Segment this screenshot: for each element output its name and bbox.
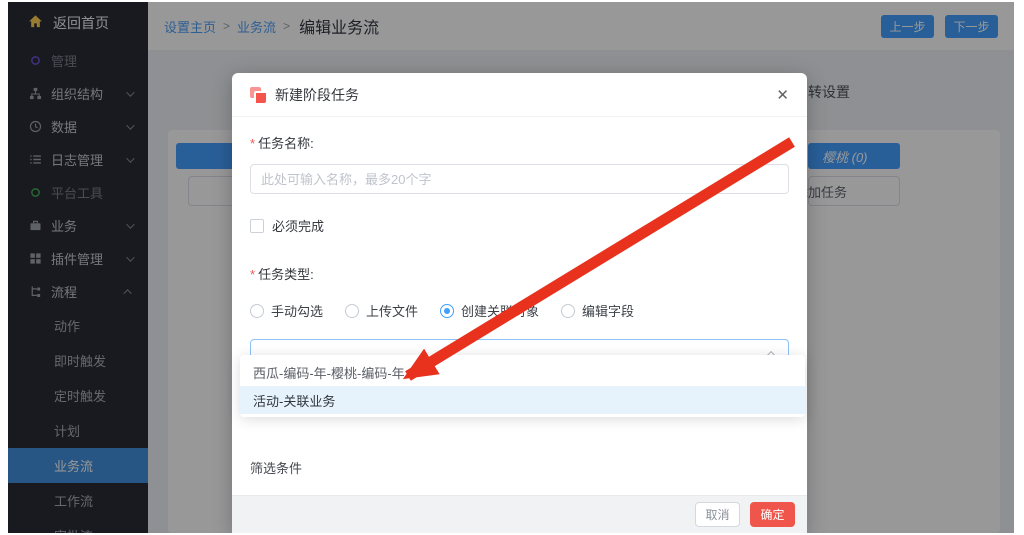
- radio-icon: [345, 304, 359, 318]
- confirm-button[interactable]: 确定: [750, 502, 795, 527]
- must-complete-checkbox-row[interactable]: 必须完成: [250, 216, 789, 235]
- close-icon[interactable]: ✕: [776, 86, 789, 104]
- dialog-title: 新建阶段任务: [275, 85, 359, 105]
- required-mark: *: [250, 136, 255, 151]
- cancel-button[interactable]: 取消: [695, 502, 740, 527]
- radio-icon: [250, 304, 264, 318]
- filter-conditions-title: 筛选条件: [250, 458, 789, 477]
- radio-create-related-object[interactable]: 创建关联对象: [440, 301, 539, 320]
- must-complete-label: 必须完成: [272, 216, 324, 235]
- dialog-footer: 取消 确定: [232, 495, 807, 533]
- radio-icon: [440, 304, 454, 318]
- radio-manual-check[interactable]: 手动勾选: [250, 301, 323, 320]
- checkbox-icon: [250, 219, 264, 233]
- dialog-body: *任务名称: 必须完成 *任务类型: 手动勾选 上传文件 创建关联对象 编辑字段: [232, 117, 807, 533]
- radio-icon: [561, 304, 575, 318]
- select-dropdown-panel: 西瓜-编码-年-樱桃-编码-年 活动-关联业务: [240, 355, 805, 417]
- app-window: 返回首页 管理 组织结构 数据 日志管理: [8, 2, 1014, 533]
- radio-label: 手动勾选: [271, 301, 323, 320]
- task-name-label: 任务名称:: [258, 136, 314, 151]
- radio-label: 编辑字段: [582, 301, 634, 320]
- dropdown-option-2[interactable]: 活动-关联业务: [240, 386, 805, 414]
- task-name-input[interactable]: [250, 164, 789, 194]
- dropdown-option-1[interactable]: 西瓜-编码-年-樱桃-编码-年: [240, 358, 805, 386]
- required-mark: *: [250, 267, 255, 282]
- new-stage-task-dialog: 新建阶段任务 ✕ *任务名称: 必须完成 *任务类型: 手动勾选 上传文件 创建…: [232, 73, 807, 533]
- radio-upload-file[interactable]: 上传文件: [345, 301, 418, 320]
- task-flag-icon: [250, 87, 266, 103]
- radio-label: 上传文件: [366, 301, 418, 320]
- radio-edit-field[interactable]: 编辑字段: [561, 301, 634, 320]
- task-type-label: 任务类型:: [258, 267, 314, 282]
- radio-label: 创建关联对象: [461, 301, 539, 320]
- task-type-radio-group: 手动勾选 上传文件 创建关联对象 编辑字段: [250, 301, 789, 320]
- dialog-header: 新建阶段任务 ✕: [232, 73, 807, 117]
